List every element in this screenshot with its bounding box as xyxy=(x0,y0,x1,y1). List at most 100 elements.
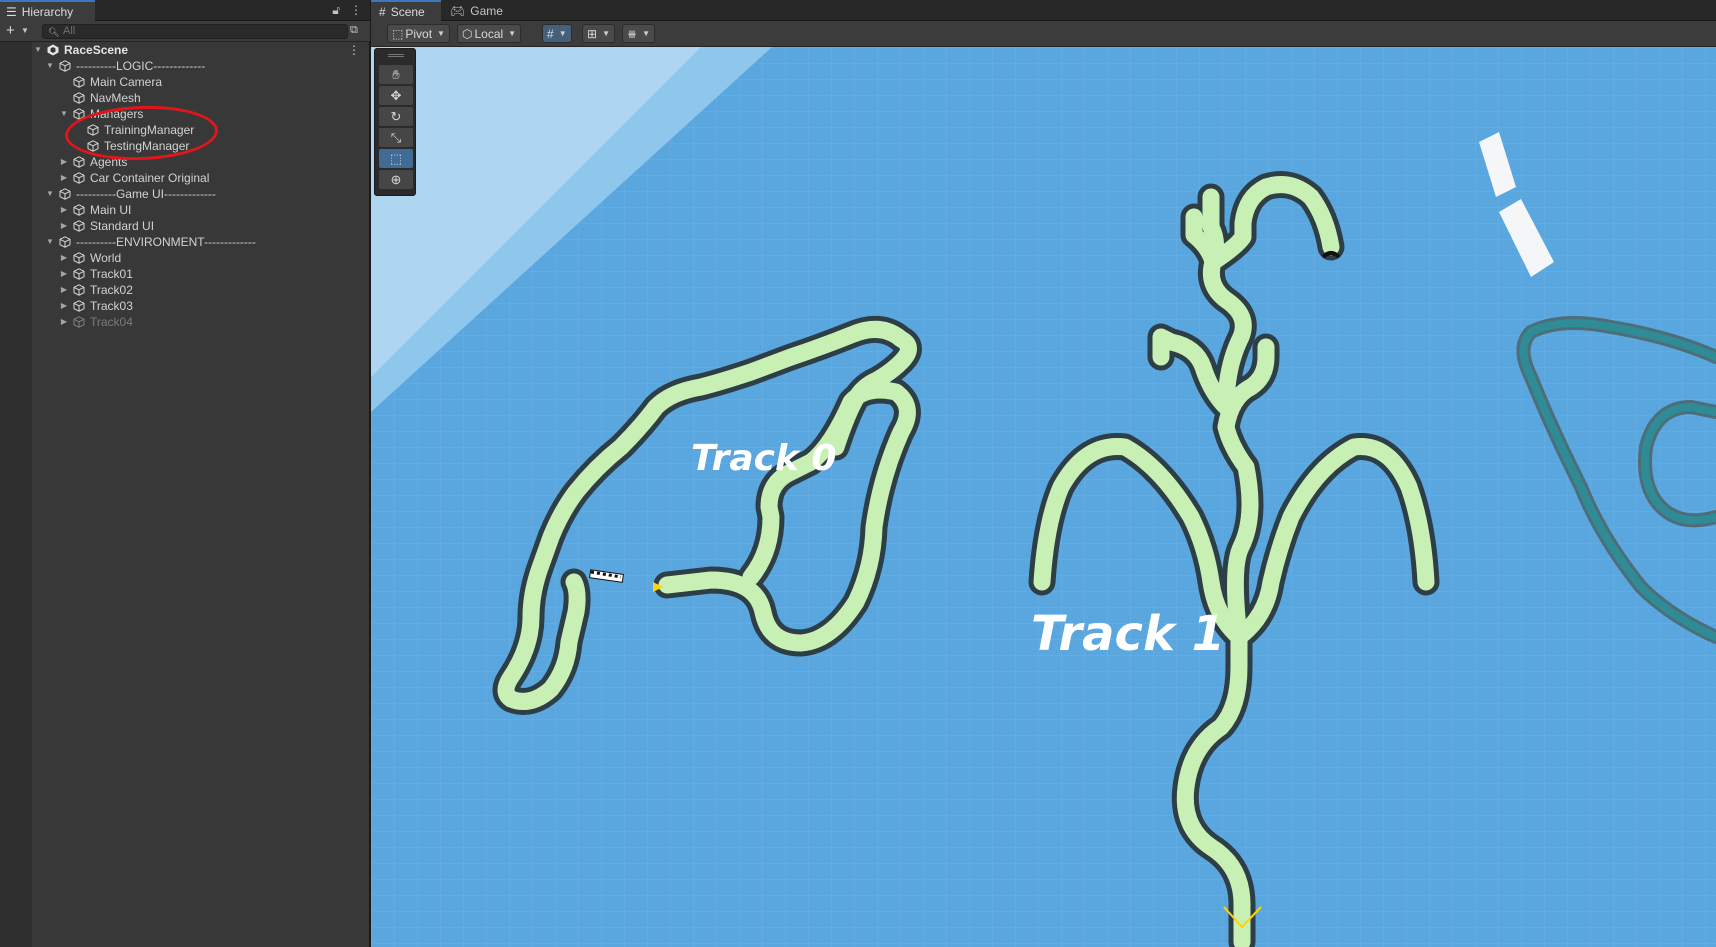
gamepad-icon: 🎮︎ xyxy=(450,3,466,18)
hierarchy-item-label: NavMesh xyxy=(90,91,141,105)
collapsed-arrow-icon[interactable]: ▶ xyxy=(58,170,70,186)
hierarchy-item-label: Track04 xyxy=(90,315,133,329)
rotate-tool-icon[interactable]: ↻ xyxy=(379,107,413,126)
hierarchy-item-label: ----------ENVIRONMENT------------- xyxy=(76,235,256,249)
gameobject-cube-icon xyxy=(59,188,71,200)
expand-arrow-icon[interactable]: ▼ xyxy=(32,42,44,58)
hierarchy-item[interactable]: ▶ Track02 xyxy=(0,282,370,298)
hierarchy-tabbar: ☰ Hierarchy 🔓︎ ⋮ xyxy=(0,0,370,21)
gameobject-cube-icon xyxy=(73,284,85,296)
tab-game[interactable]: 🎮︎ Game xyxy=(442,0,508,21)
local-label: Local xyxy=(474,26,504,41)
track0-label: Track 0 xyxy=(691,438,837,479)
hierarchy-item-label: Main UI xyxy=(90,203,132,217)
track1-label: Track 1 xyxy=(1031,606,1225,662)
list-icon: ☰ xyxy=(6,4,17,19)
scale-tool-icon[interactable]: ⤡ xyxy=(379,128,413,147)
hierarchy-item[interactable]: ▼ ----------ENVIRONMENT------------- xyxy=(0,234,370,250)
collapsed-arrow-icon[interactable]: ▶ xyxy=(58,250,70,266)
ruler-button[interactable]: ⧻ ▼ xyxy=(622,24,655,43)
scene-canvas: Track 0 Track 1 xyxy=(371,47,1716,947)
cube-icon: ⬡ xyxy=(462,26,473,41)
chevron-down-icon: ▼ xyxy=(602,29,610,38)
gameobject-cube-icon xyxy=(73,300,85,312)
gameobject-cube-icon xyxy=(73,76,85,88)
gameobject-cube-icon xyxy=(73,172,85,184)
hierarchy-item-label: ----------Game UI------------- xyxy=(76,187,216,201)
gameobject-cube-icon xyxy=(73,204,85,216)
hierarchy-item-label: Standard UI xyxy=(90,219,155,233)
hand-tool-icon[interactable]: ✋︎ xyxy=(379,65,413,84)
gameobject-cube-icon xyxy=(59,60,71,72)
chevron-down-icon: ▼ xyxy=(642,29,650,38)
scene-root-row[interactable]: ▼ RaceScene ⋮ xyxy=(0,42,370,58)
snap-icon: ⊞ xyxy=(587,26,598,41)
hierarchy-item[interactable]: ▶ Car Container Original xyxy=(0,170,370,186)
hierarchy-item-label: World xyxy=(90,251,122,265)
collapsed-arrow-icon[interactable]: ▶ xyxy=(58,154,70,170)
gameobject-cube-icon xyxy=(73,316,85,328)
tools-overlay: ✋︎ ✥ ↻ ⤡ ⬚ ⊕ xyxy=(374,48,416,196)
kebab-menu-icon[interactable]: ⋮ xyxy=(350,3,362,18)
ruler-icon: ⧻ xyxy=(627,26,638,41)
chevron-down-icon: ▼ xyxy=(558,29,567,38)
grip-icon[interactable] xyxy=(388,54,404,57)
expand-arrow-icon[interactable]: ▼ xyxy=(58,106,70,122)
grid-snap-button[interactable]: # ▼ xyxy=(542,24,572,43)
lock-icon[interactable]: 🔓︎ xyxy=(332,3,340,18)
pivot-icon: ⬚ xyxy=(392,26,404,41)
tab-scene[interactable]: # Scene xyxy=(371,0,441,21)
hierarchy-item[interactable]: ▶ Track03 xyxy=(0,298,370,314)
search-options-icon[interactable]: ⧉ xyxy=(350,24,358,37)
unity-scene-icon xyxy=(47,44,59,56)
transform-tool-icon[interactable]: ⊕ xyxy=(379,170,413,189)
search-placeholder: All xyxy=(63,25,76,37)
hierarchy-item[interactable]: ▼ ----------LOGIC------------- xyxy=(0,58,370,74)
local-dropdown[interactable]: ⬡ Local ▼ xyxy=(457,24,522,43)
hierarchy-item[interactable]: ▶ Agents xyxy=(0,154,370,170)
hierarchy-item[interactable]: ▼ ----------Game UI------------- xyxy=(0,186,370,202)
collapsed-arrow-icon[interactable]: ▶ xyxy=(58,202,70,218)
scene-panel: # Scene 🎮︎ Game ⬚ Pivot ▼ ⬡ Local ▼ # ▼ xyxy=(371,0,1716,947)
rect-tool-icon[interactable]: ⬚ xyxy=(379,149,413,168)
collapsed-arrow-icon[interactable]: ▶ xyxy=(58,266,70,282)
chevron-down-icon: ▼ xyxy=(508,29,517,38)
hierarchy-item[interactable]: ▶ Standard UI xyxy=(0,218,370,234)
collapsed-arrow-icon[interactable]: ▶ xyxy=(58,298,70,314)
gameobject-cube-icon xyxy=(59,236,71,248)
hierarchy-item[interactable]: ▶ Main UI xyxy=(0,202,370,218)
chevron-down-icon[interactable]: ▼ xyxy=(21,26,29,35)
collapsed-arrow-icon[interactable]: ▶ xyxy=(58,282,70,298)
search-icon: 🔍︎ xyxy=(48,27,60,37)
gameobject-cube-icon xyxy=(73,252,85,264)
collapsed-arrow-icon[interactable]: ▶ xyxy=(58,314,70,330)
expand-arrow-icon[interactable]: ▼ xyxy=(44,234,56,250)
search-input[interactable]: 🔍︎ All xyxy=(42,24,348,39)
move-tool-icon[interactable]: ✥ xyxy=(379,86,413,105)
hierarchy-item[interactable]: NavMesh xyxy=(0,90,370,106)
hierarchy-item[interactable]: ▶ Track01 xyxy=(0,266,370,282)
hierarchy-item-label: Track01 xyxy=(90,267,133,281)
collapsed-arrow-icon[interactable]: ▶ xyxy=(58,218,70,234)
hierarchy-item-label: ----------LOGIC------------- xyxy=(76,59,206,73)
hierarchy-item[interactable]: ▶ World xyxy=(0,250,370,266)
expand-arrow-icon[interactable]: ▼ xyxy=(44,186,56,202)
scene-viewport[interactable]: Track 0 Track 1 ✋︎ ✥ ↻ ⤡ ⬚ ⊕ xyxy=(371,47,1716,947)
tab-hierarchy[interactable]: ☰ Hierarchy xyxy=(0,0,95,21)
hierarchy-item[interactable]: ▶ Track04 xyxy=(0,314,370,330)
hierarchy-item-label: Main Camera xyxy=(90,75,163,89)
pivot-dropdown[interactable]: ⬚ Pivot ▼ xyxy=(387,24,450,43)
scene-name: RaceScene xyxy=(64,43,129,57)
unity-editor: ☰ Hierarchy 🔓︎ ⋮ + ▼ 🔍︎ All ⧉ ▼ RaceScen… xyxy=(0,0,1716,947)
increment-snap-button[interactable]: ⊞ ▼ xyxy=(582,24,615,43)
gameobject-cube-icon xyxy=(73,220,85,232)
scene-menu-icon[interactable]: ⋮ xyxy=(348,42,360,58)
hierarchy-panel: ☰ Hierarchy 🔓︎ ⋮ + ▼ 🔍︎ All ⧉ ▼ RaceScen… xyxy=(0,0,370,947)
chevron-down-icon: ▼ xyxy=(437,29,445,38)
gameobject-cube-icon xyxy=(73,268,85,280)
expand-arrow-icon[interactable]: ▼ xyxy=(44,58,56,74)
hierarchy-item[interactable]: Main Camera xyxy=(0,74,370,90)
tab-game-label: Game xyxy=(470,3,503,18)
add-object-button[interactable]: + xyxy=(6,23,15,39)
grid-snap-icon: # xyxy=(547,26,554,41)
